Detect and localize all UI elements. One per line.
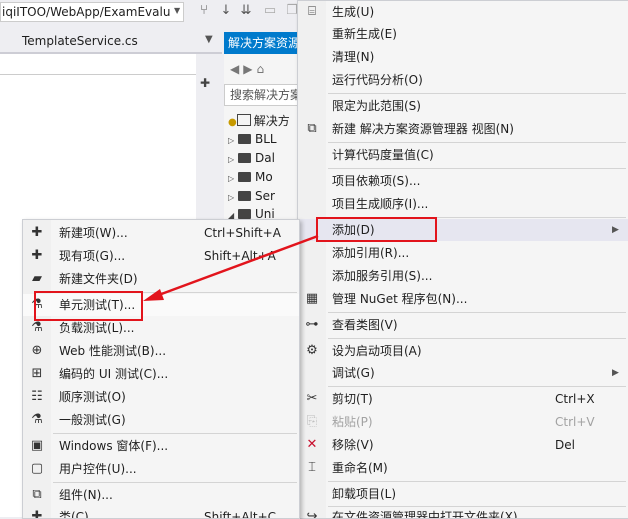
annotation-arrow bbox=[143, 234, 319, 301]
